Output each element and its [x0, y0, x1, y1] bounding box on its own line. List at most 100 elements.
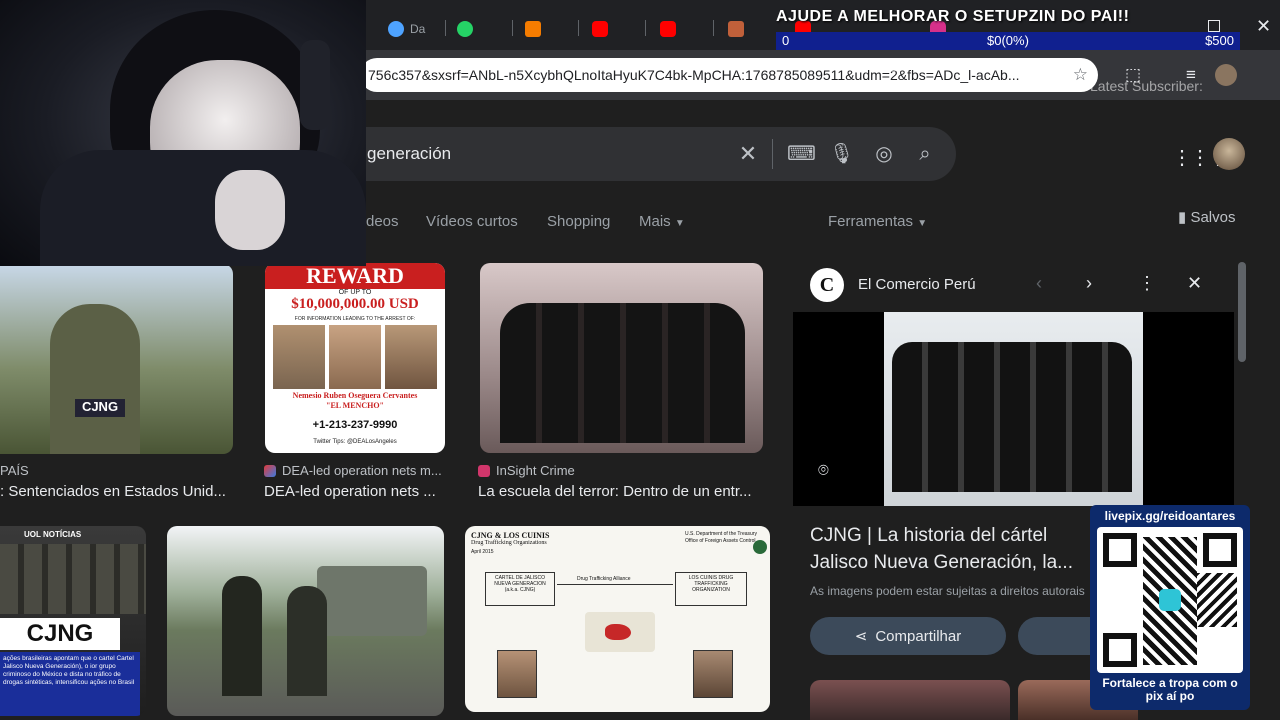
whatsapp-icon	[457, 21, 473, 37]
preview-image-frame[interactable]: ⌾	[793, 312, 1234, 506]
result-source-text: DEA-led operation nets m...	[282, 463, 442, 478]
result-title-1[interactable]: : Sentenciados en Estados Unid...	[0, 483, 233, 500]
browser-tab[interactable]	[592, 14, 608, 44]
more-options-icon[interactable]: ⋮	[1138, 273, 1156, 294]
cjng-patch: CJNG	[75, 399, 125, 417]
tab-shopping[interactable]: Shopping	[547, 213, 610, 230]
browser-tab[interactable]: Da	[388, 14, 425, 44]
result-title-2[interactable]: DEA-led operation nets ...	[264, 483, 454, 500]
prev-icon[interactable]: ‹	[1036, 273, 1042, 294]
donation-goal-title: AJUDE A MELHORAR O SETUPZIN DO PAI!!	[776, 8, 1130, 25]
chart-doc-title: CJNG & LOS CUINIS	[471, 531, 550, 540]
mexico-map	[585, 612, 655, 652]
clear-icon[interactable]: ✕	[736, 142, 760, 166]
result-image-3[interactable]	[480, 263, 763, 453]
poster-name: Nemesio Ruben Oseguera Cervantes	[292, 391, 418, 400]
search-box[interactable]: generación ✕ ⌨ 🎙 ◎ ⌕	[300, 127, 956, 181]
profile-avatar[interactable]	[1215, 64, 1237, 86]
poster-info: FOR INFORMATION LEADING TO THE ARREST OF…	[294, 316, 416, 322]
result-source-text: InSight Crime	[496, 463, 575, 478]
treasury-seal	[753, 540, 767, 554]
bookmark-star-icon[interactable]: ☆	[1073, 65, 1088, 85]
search-icon[interactable]: ⌕	[913, 142, 937, 166]
maximize-icon[interactable]	[1208, 20, 1220, 32]
qr-caption: Fortalece a tropa com o pix aí po	[1090, 677, 1250, 703]
chart-doc-office: Office of Foreign Assets Control	[685, 538, 756, 544]
keyboard-icon[interactable]: ⌨	[787, 142, 816, 166]
qr-code[interactable]	[1097, 527, 1243, 673]
search-query[interactable]: generación	[367, 144, 451, 164]
share-icon: ⋖	[854, 628, 868, 645]
share-button[interactable]: ⋖ Compartilhar	[810, 617, 1006, 655]
result-image-1[interactable]: CJNG	[0, 264, 233, 454]
qr-finder	[1203, 533, 1237, 567]
tab-label: Da	[410, 22, 426, 36]
chart-box-cjng: CARTEL DE JALISCO NUEVA GENERACION (a.k.…	[485, 572, 555, 606]
poster-subheader: OF UP TO	[338, 289, 372, 296]
browser-tab[interactable]	[457, 14, 473, 44]
youtube-icon	[660, 21, 676, 37]
donation-goal-bar: 0 $0(0%) $500	[776, 32, 1240, 50]
soldier-figure	[50, 304, 140, 454]
armed-group-figures	[500, 303, 745, 443]
qr-caption-line2: pix aí po	[1145, 689, 1195, 703]
mugshot-3	[385, 325, 437, 389]
visual-search-icon[interactable]: ⌾	[818, 460, 829, 481]
result-title-3[interactable]: La escuela del terror: Dentro de un entr…	[478, 483, 768, 500]
tools-button[interactable]: Ferramentas ▼	[828, 213, 927, 230]
qr-modules	[1197, 573, 1237, 627]
preview-title-line1[interactable]: CJNG | La historia del cártel	[810, 525, 1047, 547]
jalisco-region	[605, 624, 631, 640]
close-panel-icon[interactable]: ✕	[1187, 273, 1202, 294]
saved-button[interactable]: ▮ Salvos	[1178, 208, 1235, 226]
result-image-2[interactable]: REWARD OF UP TO $10,000,000.00 USD FOR I…	[265, 263, 445, 453]
poster-alias: "EL MENCHO"	[326, 401, 384, 410]
mugshot-left	[497, 650, 537, 698]
saved-label: Salvos	[1190, 209, 1236, 226]
tab-more[interactable]: Mais ▼	[639, 213, 685, 230]
account-avatar[interactable]	[1213, 138, 1245, 170]
tab-short-videos[interactable]: Vídeos curtos	[426, 213, 518, 230]
tab-more-label: Mais	[639, 213, 671, 230]
next-icon[interactable]: ›	[1086, 273, 1092, 294]
tools-label: Ferramentas	[828, 213, 914, 230]
poster-phone: +1-213-237-9990	[312, 419, 398, 431]
streamer-hand	[215, 170, 285, 250]
news-tag: CJNG	[0, 618, 120, 650]
lens-icon[interactable]: ◎	[872, 142, 896, 166]
soldiers-graphic	[0, 544, 146, 614]
armed-group-figures	[892, 342, 1132, 492]
soldier-figure	[287, 586, 327, 696]
dropdown-arrow-icon: ▼	[674, 218, 685, 229]
chart-relation: Drug Trafficking Alliance	[577, 576, 631, 582]
copyright-disclaimer: As imagens podem estar sujeitas a direit…	[810, 584, 1085, 598]
browser-tab[interactable]	[660, 14, 676, 44]
browser-tab[interactable]	[525, 14, 541, 44]
donation-qr-widget: livepix.gg/reidoantares Fortalece a trop…	[1090, 505, 1250, 710]
streamer-shoulders	[40, 150, 366, 266]
goal-progress: $0(0%)	[987, 33, 1029, 48]
browser-tab[interactable]	[728, 14, 744, 44]
result-image-4[interactable]: UOL NOTÍCIAS CJNG ações brasileiras apon…	[0, 526, 146, 716]
panel-scrollbar[interactable]	[1238, 262, 1246, 362]
close-window-icon[interactable]: ✕	[1256, 16, 1271, 37]
publisher-name[interactable]: El Comercio Perú	[858, 276, 976, 293]
result-image-6[interactable]: CJNG & LOS CUINIS Drug Trafficking Organ…	[465, 526, 770, 712]
result-source-text: PAÍS	[0, 463, 29, 478]
news-brand: UOL NOTÍCIAS	[24, 530, 82, 539]
livepix-logo	[1159, 589, 1181, 611]
microphone-icon[interactable]: 🎙	[829, 142, 854, 166]
result-image-5[interactable]	[167, 526, 444, 716]
qr-finder	[1103, 633, 1137, 667]
goal-start: 0	[782, 33, 790, 48]
preview-title-line2[interactable]: Jalisco Nueva Generación, la...	[810, 552, 1073, 574]
mugshot-2	[329, 325, 381, 389]
preview-image	[884, 312, 1143, 506]
mugshot-1	[273, 325, 325, 389]
headphones	[300, 40, 330, 130]
tab-videos[interactable]: deos	[366, 213, 399, 230]
related-image-1[interactable]	[810, 680, 1010, 720]
insight-crime-icon	[478, 464, 490, 477]
result-source-2: DEA-led operation nets m...	[264, 463, 442, 478]
result-source-3: InSight Crime	[478, 463, 575, 478]
